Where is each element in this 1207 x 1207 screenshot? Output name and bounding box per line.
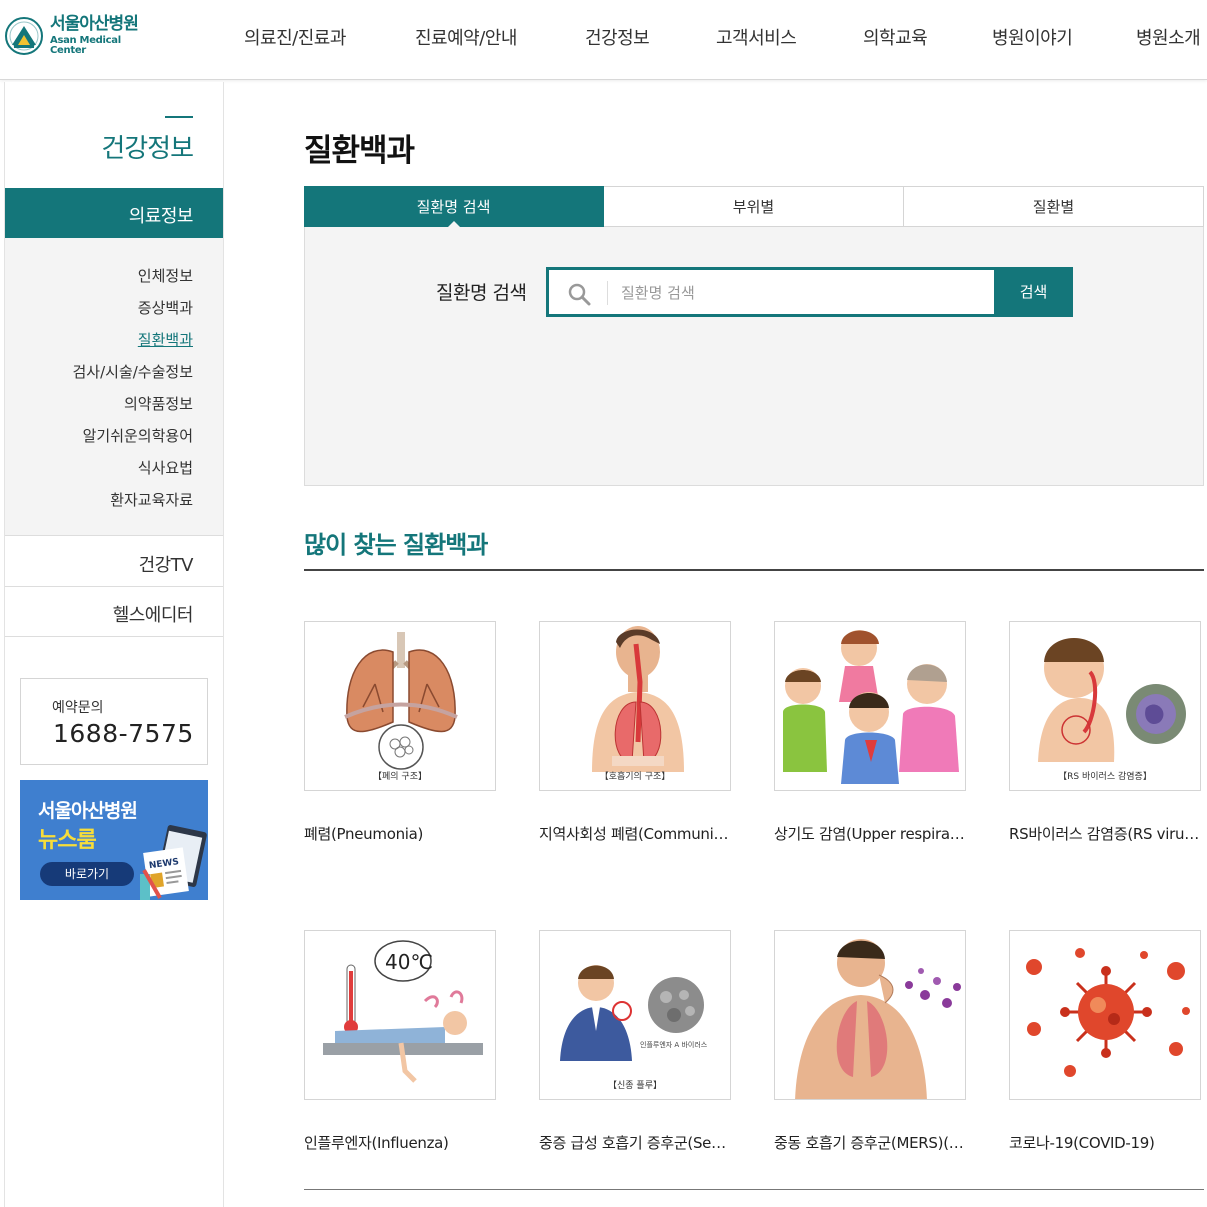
hospital-logo[interactable]: 서울아산병원 Asan Medical Center <box>4 14 154 58</box>
svg-text:인플루엔자 A 바이러스: 인플루엔자 A 바이러스 <box>640 1040 708 1049</box>
submenu-patient-education[interactable]: 환자교육자료 <box>110 489 193 510</box>
thumbnail-caption: 【RS 바이러스 감염증】 <box>1058 772 1152 782</box>
sidebar-submenu: 인체정보 증상백과 질환백과 검사/시술/수술정보 의약품정보 알기쉬운의학용어… <box>5 238 223 536</box>
thumbnail-caption: 【폐의 구조】 <box>373 772 427 782</box>
sidebar-item-label: 건강TV <box>138 555 194 576</box>
coughing-people-icon <box>783 630 959 784</box>
disease-card[interactable]: 【RS 바이러스 감염증】 RS바이러스 감염증(RS virus infect… <box>1009 621 1201 844</box>
nav-hospital-intro[interactable]: 병원소개 <box>1136 24 1201 50</box>
mers-icon <box>795 939 961 1099</box>
search-box: 검색 <box>546 267 1073 317</box>
sars-icon: 인플루엔자 A 바이러스 <box>560 965 708 1061</box>
disease-card[interactable]: 40℃ 인플루엔자(Influenza) <box>304 930 496 1153</box>
disease-title[interactable]: 지역사회성 폐렴(Community-acquired pneumonia) <box>539 823 731 844</box>
logo-korean-name: 서울아산병원 <box>50 14 139 34</box>
call-number: 1688-7575 <box>53 719 194 748</box>
disease-thumbnail[interactable]: 【호흡기의 구조】 <box>539 621 731 791</box>
submenu-diet-therapy[interactable]: 식사요법 <box>138 457 193 478</box>
disease-title[interactable]: 중증 급성 호흡기 증후군(Severe acute respiratory s… <box>539 1132 731 1153</box>
submenu-tests-procedures[interactable]: 검사/시술/수술정보 <box>72 361 193 382</box>
nav-customer-service[interactable]: 고객서비스 <box>716 24 797 50</box>
search-icon <box>568 283 591 306</box>
submenu-medical-terms[interactable]: 알기쉬운의학용어 <box>83 425 193 446</box>
global-header: 서울아산병원 Asan Medical Center 의료진/진료과 진료예약/… <box>0 0 1207 80</box>
banner-go-button[interactable]: 바로가기 <box>40 862 134 886</box>
sidebar-item-medical-info[interactable]: 의료정보 <box>5 188 223 238</box>
disease-card[interactable]: 중동 호흡기 증후군(MERS)(Middle East respiratory… <box>774 930 966 1153</box>
submenu-disease-encyclopedia[interactable]: 질환백과 <box>138 329 193 350</box>
sidebar-header: 건강정보 <box>5 82 223 187</box>
search-label: 질환명 검색 <box>436 282 527 304</box>
banner-subtitle: 뉴스룸 <box>38 828 97 853</box>
disease-thumbnail[interactable] <box>1009 930 1201 1100</box>
sidebar-item-health-editor[interactable]: 헬스에디터 <box>5 587 223 637</box>
tab-disease-name-search[interactable]: 질환명 검색 <box>304 186 604 227</box>
search-button[interactable]: 검색 <box>994 267 1073 317</box>
disease-card[interactable]: 코로나-19(COVID-19) <box>1009 930 1201 1153</box>
search-tabs: 질환명 검색 부위별 질환별 <box>304 186 1204 227</box>
disease-title[interactable]: 상기도 감염(Upper respiratory infection) <box>774 823 966 844</box>
sidebar-title: 건강정보 <box>101 134 194 164</box>
nav-medical-education[interactable]: 의학교육 <box>863 24 928 50</box>
disease-card[interactable]: 【호흡기의 구조】 지역사회성 폐렴(Community-acquired pn… <box>539 621 731 844</box>
disease-thumbnail[interactable]: 【RS 바이러스 감염증】 <box>1009 621 1201 791</box>
disease-thumbnail[interactable]: 40℃ <box>304 930 496 1100</box>
disease-thumbnail[interactable] <box>774 930 966 1100</box>
nav-appointment[interactable]: 진료예약/안내 <box>415 24 517 50</box>
fever-patient-icon: 40℃ <box>323 940 483 1083</box>
reservation-call-box: 예약문의 1688-7575 <box>20 678 208 765</box>
search-input[interactable] <box>621 278 991 308</box>
submenu-drug-info[interactable]: 의약품정보 <box>124 393 193 414</box>
thumbnail-caption: 【호흡기의 구조】 <box>599 772 671 782</box>
sidebar-item-label: 헬스에디터 <box>112 605 194 626</box>
banner-title: 서울아산병원 <box>38 800 138 822</box>
nav-health-info[interactable]: 건강정보 <box>585 24 650 50</box>
disease-card[interactable]: 【폐의 구조】 폐렴(Pneumonia) <box>304 621 496 844</box>
sidebar-item-health-tv[interactable]: 건강TV <box>5 537 223 587</box>
list-bottom-divider <box>304 1189 1204 1190</box>
asan-logo-icon <box>5 17 43 55</box>
left-sidebar: 건강정보 의료정보 인체정보 증상백과 질환백과 검사/시술/수술정보 의약품정… <box>4 82 224 1207</box>
call-label: 예약문의 <box>52 700 104 716</box>
coronavirus-icon <box>1026 948 1190 1077</box>
disease-title[interactable]: RS바이러스 감염증(RS virus infection) <box>1009 823 1201 844</box>
lungs-icon <box>344 632 458 770</box>
logo-english-name: Asan Medical Center <box>50 35 121 56</box>
newsroom-banner[interactable]: 서울아산병원 뉴스룸 바로가기 NEWS <box>20 780 208 900</box>
newspaper-icon: NEWS <box>140 825 207 900</box>
respiratory-tract-icon <box>592 626 684 772</box>
disease-title[interactable]: 중동 호흡기 증후군(MERS)(Middle East respiratory… <box>774 1132 966 1153</box>
submenu-body-info[interactable]: 인체정보 <box>138 265 193 286</box>
section-divider <box>304 569 1204 571</box>
svg-text:40℃: 40℃ <box>385 950 433 974</box>
sidebar-item-label: 의료정보 <box>128 206 194 227</box>
tab-by-disease[interactable]: 질환별 <box>904 186 1204 227</box>
tab-by-body-part[interactable]: 부위별 <box>604 186 904 227</box>
page-title: 질환백과 <box>304 133 415 169</box>
thumbnail-caption: 【신종 플루】 <box>608 1081 662 1091</box>
disease-card[interactable]: 인플루엔자 A 바이러스 【신종 플루】 중증 급성 호흡기 증후군(Sever… <box>539 930 731 1153</box>
submenu-symptoms[interactable]: 증상백과 <box>138 297 193 318</box>
disease-thumbnail[interactable]: 【폐의 구조】 <box>304 621 496 791</box>
nav-doctors-departments[interactable]: 의료진/진료과 <box>244 24 346 50</box>
disease-title[interactable]: 인플루엔자(Influenza) <box>304 1132 496 1153</box>
disease-title[interactable]: 코로나-19(COVID-19) <box>1009 1132 1201 1153</box>
search-divider <box>607 281 608 305</box>
title-accent-bar <box>165 116 193 118</box>
disease-card[interactable]: 상기도 감염(Upper respiratory infection) <box>774 621 966 844</box>
search-panel: 질환명 검색 검색 <box>304 227 1204 486</box>
popular-diseases-title: 많이 찾는 질환백과 <box>304 531 488 559</box>
rs-virus-icon <box>1038 638 1186 762</box>
disease-thumbnail[interactable]: 인플루엔자 A 바이러스 【신종 플루】 <box>539 930 731 1100</box>
disease-title[interactable]: 폐렴(Pneumonia) <box>304 823 496 844</box>
disease-thumbnail[interactable] <box>774 621 966 791</box>
nav-hospital-story[interactable]: 병원이야기 <box>992 24 1073 50</box>
